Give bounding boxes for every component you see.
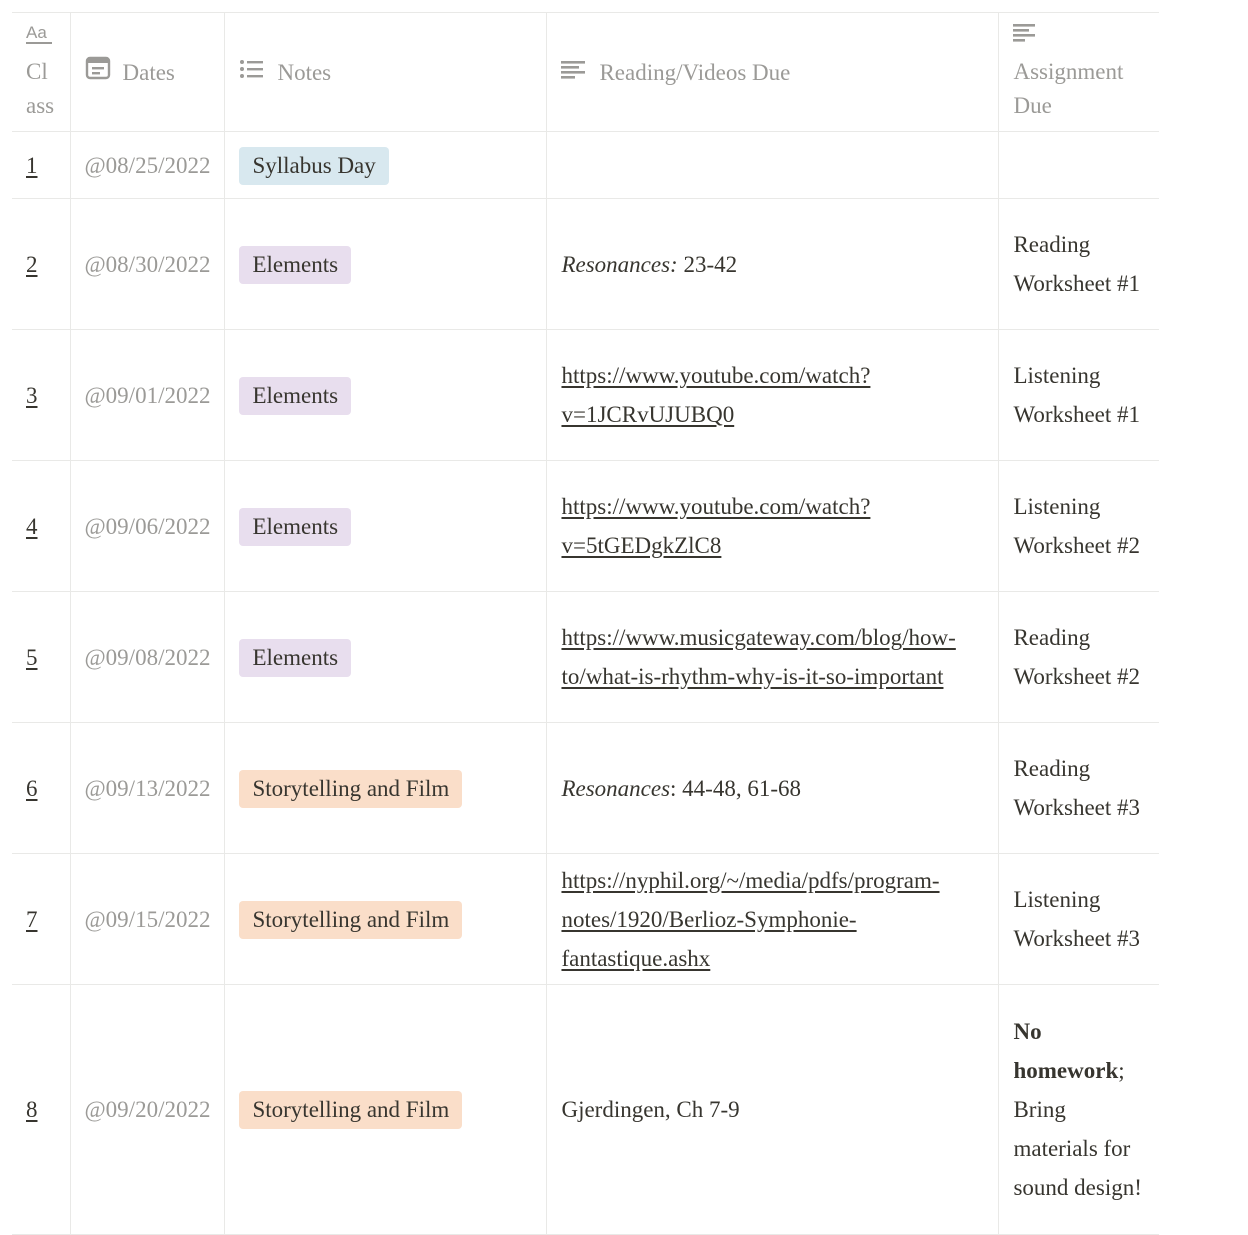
assignment-text: No homework; Bring materials for sound d… (1013, 1012, 1145, 1207)
reading-cell: Resonances: 23-42 (546, 198, 1000, 330)
date-value: @08/30/2022 (84, 251, 211, 277)
date-value: @09/08/2022 (84, 644, 211, 670)
notes-tag: Elements (239, 507, 352, 546)
svg-text:Aa: Aa (26, 23, 47, 42)
reading-source-italic: Resonances: (561, 251, 678, 277)
notes-tag: Storytelling and Film (239, 900, 463, 939)
class-link[interactable]: 2 (26, 252, 38, 277)
reading-link[interactable]: https://www.youtube.com/watch?v=5tGEDgkZ… (561, 494, 870, 558)
column-header-notes[interactable]: Notes (224, 12, 548, 132)
table-row: 1 @08/25/2022 Syllabus Day (12, 131, 1159, 199)
class-link[interactable]: 1 (26, 153, 38, 178)
reading-text: 23-42 (677, 251, 738, 277)
date-value: @09/06/2022 (84, 513, 211, 539)
date-value: @09/15/2022 (84, 906, 211, 932)
class-link[interactable]: 4 (26, 514, 38, 539)
column-header-class[interactable]: Aa Class (12, 12, 71, 132)
reading-text: Gjerdingen, Ch 7-9 (561, 1097, 740, 1122)
date-value: @09/20/2022 (84, 1097, 211, 1122)
table-row: 3 @09/01/2022 Elements https://www.youtu… (12, 329, 1159, 461)
calendar-icon (85, 53, 111, 92)
column-header-reading-label: Reading/Videos Due (599, 59, 791, 85)
assignment-text: Listening Worksheet #1 (1013, 363, 1141, 427)
reading-link[interactable]: https://www.youtube.com/watch?v=1JCRvUJU… (561, 363, 870, 427)
reading-link[interactable]: https://www.musicgateway.com/blog/how-to… (561, 625, 955, 689)
column-header-assignment-label: Assignment Due (1013, 59, 1124, 118)
header-row: Aa Class Dates Notes Reading/Videos Due … (12, 12, 1159, 132)
notes-tag: Elements (239, 638, 352, 677)
multi-select-icon (239, 53, 265, 92)
column-header-class-label: Class (26, 59, 55, 118)
assignment-text: Reading Worksheet #3 (1013, 756, 1141, 820)
class-link[interactable]: 7 (26, 907, 38, 932)
date-value: @08/25/2022 (84, 152, 211, 178)
notes-tag: Elements (239, 245, 352, 284)
assignment-cell (998, 131, 1159, 199)
class-link[interactable]: 5 (26, 645, 38, 670)
assignment-bold: No homework (1013, 1019, 1119, 1083)
table-row: 6 @09/13/2022 Storytelling and Film Reso… (12, 722, 1159, 854)
date-value: @09/01/2022 (84, 382, 211, 408)
column-header-dates-label: Dates (122, 59, 175, 85)
table-row: 7 @09/15/2022 Storytelling and Film http… (12, 853, 1159, 985)
reading-cell: Resonances: 44-48, 61-68 (546, 722, 1000, 854)
schedule-table: Aa Class Dates Notes Reading/Videos Due … (12, 12, 1159, 1235)
column-header-notes-label: Notes (277, 59, 332, 85)
date-value: @09/13/2022 (84, 775, 211, 801)
table-row: 8 @09/20/2022 Storytelling and Film Gjer… (12, 984, 1159, 1235)
table-row: 5 @09/08/2022 Elements https://www.music… (12, 591, 1159, 723)
table-row: 4 @09/06/2022 Elements https://www.youtu… (12, 460, 1159, 592)
assignment-text: Reading Worksheet #1 (1013, 232, 1141, 296)
assignment-text: Listening Worksheet #3 (1013, 887, 1141, 951)
text-property-icon (561, 53, 587, 92)
column-header-reading[interactable]: Reading/Videos Due (546, 12, 1000, 132)
reading-text: : 44-48, 61-68 (670, 775, 802, 801)
class-link[interactable]: 8 (26, 1097, 38, 1122)
column-header-dates[interactable]: Dates (69, 12, 226, 132)
notes-tag: Elements (239, 376, 352, 415)
class-link[interactable]: 6 (26, 776, 38, 801)
reading-cell (546, 131, 1000, 199)
class-link[interactable]: 3 (26, 383, 38, 408)
text-property-icon (1013, 21, 1037, 55)
assignment-text: Listening Worksheet #2 (1013, 494, 1141, 558)
assignment-text: Reading Worksheet #2 (1013, 625, 1141, 689)
reading-link[interactable]: https://nyphil.org/~/media/pdfs/program-… (561, 868, 939, 971)
notes-tag: Storytelling and Film (239, 769, 463, 808)
column-header-assignment[interactable]: Assignment Due (998, 12, 1159, 132)
table-row: 2 @08/30/2022 Elements Resonances: 23-42… (12, 198, 1159, 330)
notes-tag: Storytelling and Film (239, 1091, 463, 1129)
reading-source-italic: Resonances (561, 775, 671, 801)
title-property-icon: Aa (26, 21, 54, 55)
notes-tag: Syllabus Day (239, 146, 389, 185)
